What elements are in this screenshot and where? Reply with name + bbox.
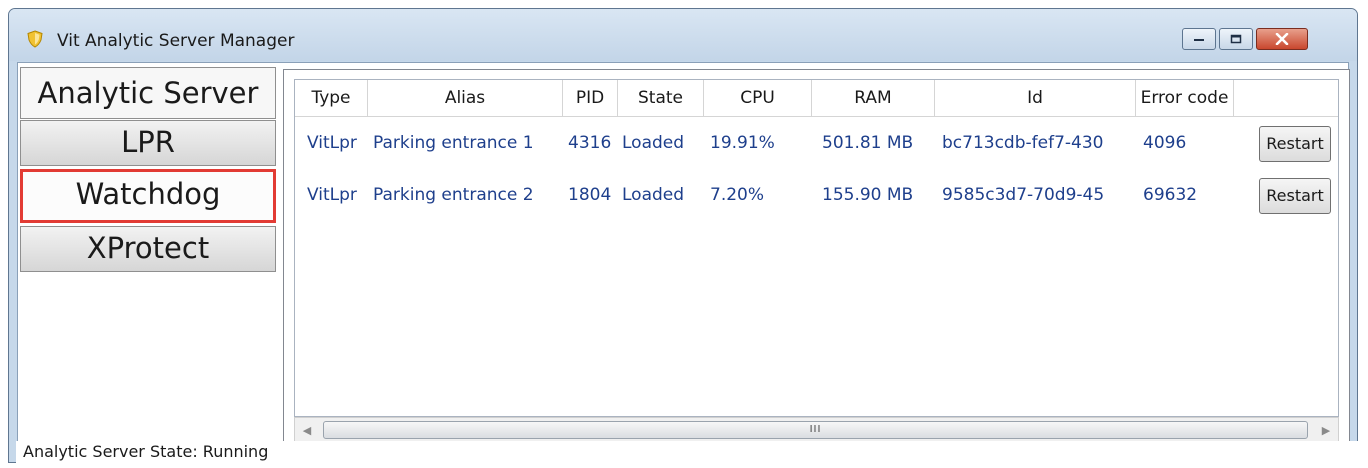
cell-id: bc713cdb-fef7-430 xyxy=(942,133,1104,153)
cell-state: Loaded xyxy=(622,185,685,205)
table-row[interactable]: VitLpr Parking entrance 2 1804 Loaded 7.… xyxy=(295,169,1338,221)
column-header-pid[interactable]: PID xyxy=(563,80,618,116)
cell-pid: 4316 xyxy=(568,133,612,153)
horizontal-scrollbar[interactable]: ◀ III ▶ xyxy=(294,417,1339,444)
table-row[interactable]: VitLpr Parking entrance 1 4316 Loaded 19… xyxy=(295,117,1338,169)
process-table: Type Alias PID State CPU RAM Id Error co… xyxy=(294,79,1339,417)
restart-button[interactable]: Restart xyxy=(1259,126,1331,162)
table-header: Type Alias PID State CPU RAM Id Error co… xyxy=(295,80,1338,117)
cell-cpu: 19.91% xyxy=(710,133,775,153)
server-state-status: Analytic Server State: Running xyxy=(23,442,269,461)
sidebar-item-watchdog[interactable]: Watchdog xyxy=(20,169,276,223)
cell-type: VitLpr xyxy=(307,185,357,205)
column-header-ram[interactable]: RAM xyxy=(812,80,935,116)
cell-alias: Parking entrance 2 xyxy=(373,185,534,205)
column-header-alias[interactable]: Alias xyxy=(368,80,563,116)
close-button[interactable] xyxy=(1256,28,1308,50)
maximize-button[interactable] xyxy=(1219,28,1253,50)
sidebar-item-xprotect[interactable]: XProtect xyxy=(20,226,276,272)
minimize-icon xyxy=(1194,39,1204,41)
content-panel: Type Alias PID State CPU RAM Id Error co… xyxy=(283,69,1350,455)
cell-id: 9585c3d7-70d9-45 xyxy=(942,185,1105,205)
cell-error-code: 69632 xyxy=(1143,185,1198,205)
cell-alias: Parking entrance 1 xyxy=(373,133,534,153)
app-window: Vit Analytic Server Manager Analytic Ser… xyxy=(8,8,1358,463)
column-header-cpu[interactable]: CPU xyxy=(704,80,812,116)
close-icon xyxy=(1275,33,1289,45)
cell-ram: 501.81 MB xyxy=(822,133,914,153)
column-header-state[interactable]: State xyxy=(618,80,704,116)
scroll-left-arrow-icon[interactable]: ◀ xyxy=(295,418,319,443)
window-title: Vit Analytic Server Manager xyxy=(57,31,295,51)
title-bar[interactable]: Vit Analytic Server Manager xyxy=(9,9,1357,61)
scrollbar-grip: III xyxy=(809,424,822,435)
scrollbar-thumb[interactable]: III xyxy=(323,421,1308,439)
client-area: Analytic Server LPR Watchdog XProtect Ty… xyxy=(17,62,1350,460)
cell-cpu: 7.20% xyxy=(710,185,765,205)
maximize-icon xyxy=(1230,34,1242,44)
cell-pid: 1804 xyxy=(568,185,612,205)
minimize-button[interactable] xyxy=(1182,28,1216,50)
column-header-id[interactable]: Id xyxy=(935,80,1136,116)
cell-error-code: 4096 xyxy=(1143,133,1187,153)
cell-ram: 155.90 MB xyxy=(822,185,914,205)
shield-icon xyxy=(27,30,43,48)
restart-button[interactable]: Restart xyxy=(1259,178,1331,214)
cell-state: Loaded xyxy=(622,133,685,153)
column-header-type[interactable]: Type xyxy=(295,80,368,116)
scroll-right-arrow-icon[interactable]: ▶ xyxy=(1314,418,1338,443)
column-header-error-code[interactable]: Error code xyxy=(1136,80,1234,116)
sidebar-item-analytic-server[interactable]: Analytic Server xyxy=(20,67,276,119)
sidebar-item-lpr[interactable]: LPR xyxy=(20,120,276,166)
cell-type: VitLpr xyxy=(307,133,357,153)
